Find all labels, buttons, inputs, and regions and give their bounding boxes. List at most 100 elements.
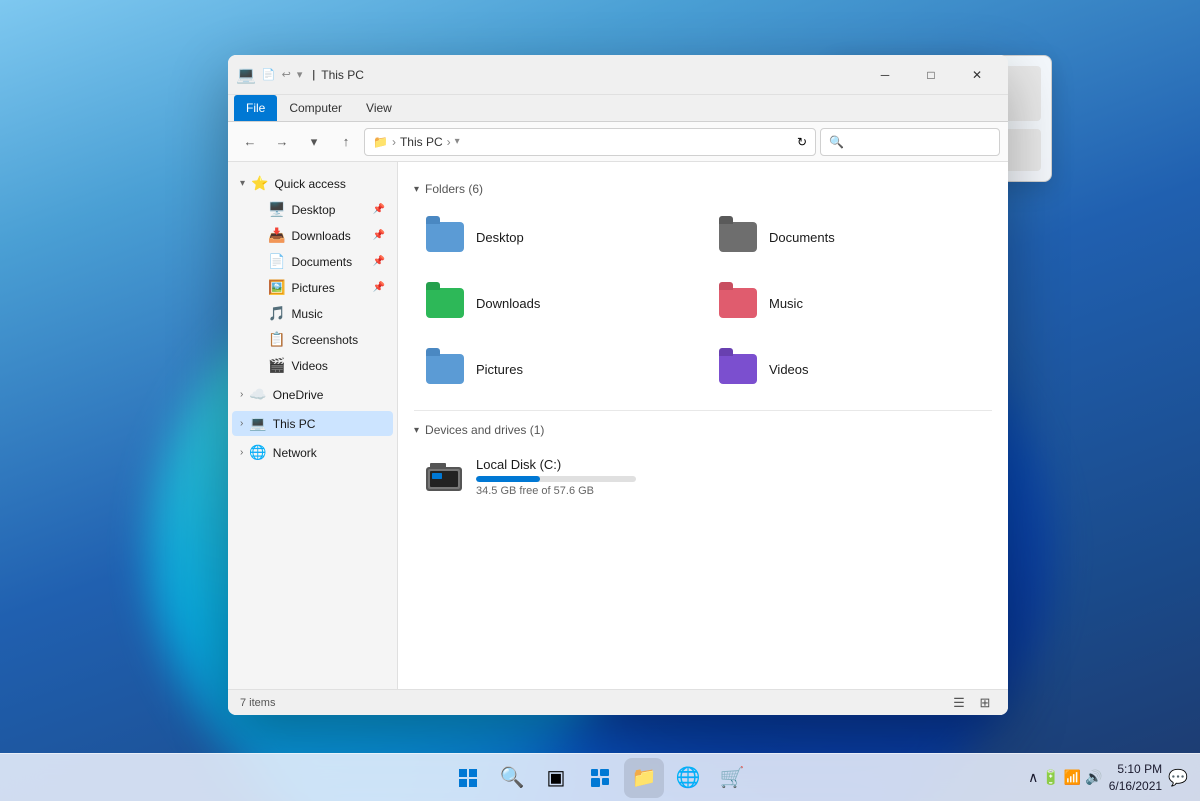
up-button[interactable]: ↑ [332, 128, 360, 156]
sidebar-item-videos[interactable]: 🎬 Videos [232, 353, 393, 378]
folder-downloads[interactable]: Downloads [414, 274, 699, 332]
battery-icon: 🔋 [1042, 769, 1059, 786]
navigation-bar: ← → ▾ ↑ 📁 › This PC › ▾ ↻ 🔍 [228, 122, 1008, 162]
sidebar-item-pictures[interactable]: 🖼️ Pictures 📌 [232, 275, 393, 300]
drive-c-name: Local Disk (C:) [476, 457, 982, 472]
tab-file[interactable]: File [234, 95, 277, 121]
qt-undo-icon[interactable]: ↩ [282, 68, 291, 81]
documents-folder-icon-wrap [717, 216, 759, 258]
address-folder-icon: 📁 [373, 135, 388, 149]
address-expand-icon[interactable]: ▾ [455, 136, 460, 147]
videos-folder-icon-wrap [717, 348, 759, 390]
sidebar-item-quick-access[interactable]: ▾ ⭐ Quick access [232, 171, 393, 196]
file-explorer-window: 💻 📄 ↩ ▾ | This PC ─ □ ✕ File Computer Vi… [228, 55, 1008, 715]
pin-icon-4: 📌 [373, 282, 385, 293]
sidebar-screenshots-label: Screenshots [291, 333, 358, 347]
edge-browser-button[interactable]: 🌐 [668, 758, 708, 798]
drives-section-title: Devices and drives (1) [425, 423, 544, 437]
clock[interactable]: 5:10 PM 6/16/2021 [1109, 761, 1162, 795]
minimize-button[interactable]: ─ [862, 59, 908, 91]
qt-dropdown-icon[interactable]: ▾ [297, 68, 303, 81]
folders-collapse-icon[interactable]: ▾ [414, 184, 419, 195]
address-bar[interactable]: 📁 › This PC › ▾ ↻ [364, 128, 816, 156]
drive-c[interactable]: Local Disk (C:) 34.5 GB free of 57.6 GB [414, 449, 992, 505]
volume-icon[interactable]: 🔊 [1085, 769, 1102, 786]
sidebar-music-label: Music [291, 307, 322, 321]
sidebar-item-network[interactable]: › 🌐 Network [232, 440, 393, 465]
search-icon: 🔍 [829, 135, 844, 149]
onedrive-icon: ☁️ [249, 386, 266, 403]
sidebar-section-quick-access: ▾ ⭐ Quick access 🖥️ Desktop 📌 📥 Download… [228, 171, 397, 378]
sidebar-item-downloads[interactable]: 📥 Downloads 📌 [232, 223, 393, 248]
this-pc-label: This PC [273, 417, 316, 431]
pin-icon: 📌 [373, 204, 385, 215]
notification-icon[interactable]: 💬 [1168, 768, 1188, 788]
network-label: Network [273, 446, 317, 460]
music-folder-icon-wrap [717, 282, 759, 324]
folder-music[interactable]: Music [707, 274, 992, 332]
this-pc-icon: 💻 [249, 415, 266, 432]
forward-button[interactable]: → [268, 128, 296, 156]
downloads-icon: 📥 [268, 227, 285, 244]
documents-folder-icon [719, 222, 757, 252]
music-folder-name: Music [769, 296, 803, 311]
item-count: 7 items [240, 697, 275, 709]
widgets-button[interactable] [580, 758, 620, 798]
task-view-button[interactable]: ▣ [536, 758, 576, 798]
documents-folder-name: Documents [769, 230, 835, 245]
qt-save-icon[interactable]: 📄 [262, 68, 276, 81]
folders-section-title: Folders (6) [425, 182, 483, 196]
search-box[interactable]: 🔍 [820, 128, 1000, 156]
taskbar-center: 🔍 ▣ 📁 🌐 🛒 [448, 758, 752, 798]
close-button[interactable]: ✕ [954, 59, 1000, 91]
desktop-folder-name: Desktop [476, 230, 524, 245]
sidebar-item-onedrive[interactable]: › ☁️ OneDrive [232, 382, 393, 407]
sidebar-pictures-label: Pictures [291, 281, 334, 295]
folder-desktop[interactable]: Desktop [414, 208, 699, 266]
drive-c-size: 34.5 GB free of 57.6 GB [476, 485, 982, 497]
file-explorer-taskbar-button[interactable]: 📁 [624, 758, 664, 798]
section-divider [414, 410, 992, 411]
details-view-button[interactable]: ☰ [948, 692, 970, 714]
downloads-folder-icon [426, 288, 464, 318]
history-dropdown-button[interactable]: ▾ [300, 128, 328, 156]
sidebar-item-this-pc[interactable]: › 💻 This PC [232, 411, 393, 436]
sidebar-section-network: › 🌐 Network [228, 440, 397, 465]
folder-videos[interactable]: Videos [707, 340, 992, 398]
star-icon: ⭐ [251, 175, 268, 192]
search-button[interactable]: 🔍 [492, 758, 532, 798]
pictures-icon: 🖼️ [268, 279, 285, 296]
title-bar: 💻 📄 ↩ ▾ | This PC ─ □ ✕ [228, 55, 1008, 95]
tab-view[interactable]: View [354, 95, 404, 121]
desktop-icon: 🖥️ [268, 201, 285, 218]
sidebar-downloads-label: Downloads [291, 229, 350, 243]
maximize-button[interactable]: □ [908, 59, 954, 91]
drives-collapse-icon[interactable]: ▾ [414, 425, 419, 436]
expand-icon: ▾ [240, 178, 245, 189]
taskbar-right: ∧ 🔋 📶 🔊 5:10 PM 6/16/2021 💬 [1028, 761, 1200, 795]
back-button[interactable]: ← [236, 128, 264, 156]
sidebar-documents-label: Documents [291, 255, 352, 269]
pictures-folder-icon-wrap [424, 348, 466, 390]
address-separator: › [392, 135, 396, 149]
folder-documents[interactable]: Documents [707, 208, 992, 266]
sidebar-item-music[interactable]: 🎵 Music [232, 301, 393, 326]
refresh-button[interactable]: ↻ [797, 135, 807, 149]
tiles-view-button[interactable]: ⊞ [974, 692, 996, 714]
tab-computer[interactable]: Computer [277, 95, 354, 121]
screenshots-icon: 📋 [268, 331, 285, 348]
folder-pictures[interactable]: Pictures [414, 340, 699, 398]
sidebar-item-screenshots[interactable]: 📋 Screenshots [232, 327, 393, 352]
chevron-up-icon[interactable]: ∧ [1028, 769, 1038, 786]
videos-folder-name: Videos [769, 362, 809, 377]
store-button[interactable]: 🛒 [712, 758, 752, 798]
sidebar-section-onedrive: › ☁️ OneDrive [228, 382, 397, 407]
start-button[interactable] [448, 758, 488, 798]
documents-icon: 📄 [268, 253, 285, 270]
main-area: ▾ ⭐ Quick access 🖥️ Desktop 📌 📥 Download… [228, 162, 1008, 689]
separator: | [312, 69, 315, 81]
folder-grid: Desktop Documents Downloads [414, 208, 992, 398]
onedrive-label: OneDrive [273, 388, 324, 402]
sidebar-item-desktop[interactable]: 🖥️ Desktop 📌 [232, 197, 393, 222]
sidebar-item-documents[interactable]: 📄 Documents 📌 [232, 249, 393, 274]
